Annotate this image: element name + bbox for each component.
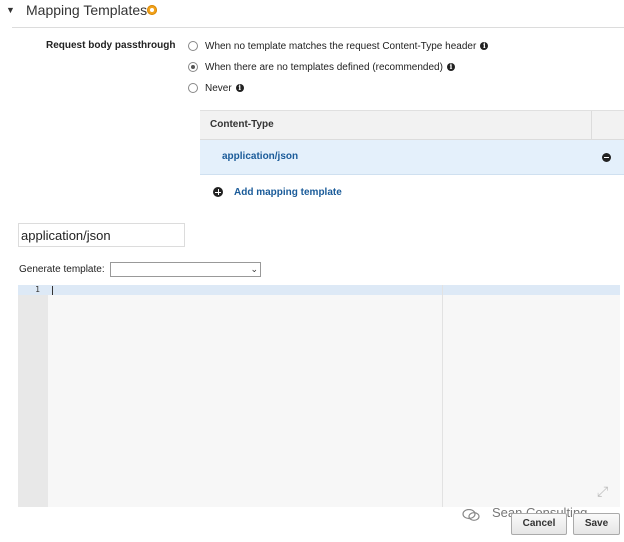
content-type-input[interactable] [18,223,185,247]
passthrough-option-no-templates[interactable]: When there are no templates defined (rec… [188,60,455,74]
add-mapping-template-button[interactable]: Add mapping template [213,185,342,199]
option-label: When there are no templates defined (rec… [205,61,443,73]
table-row[interactable]: application/json [200,140,624,175]
option-label: When no template matches the request Con… [205,40,477,52]
radio-button[interactable] [188,83,198,93]
column-header-content-type: Content-Type [210,119,274,130]
mapping-templates-header[interactable]: ▼ Mapping Templates [0,0,624,28]
save-button[interactable]: Save [573,513,620,535]
generate-template-select[interactable]: ⌄ [110,262,261,277]
passthrough-option-no-match[interactable]: When no template matches the request Con… [188,39,489,53]
chevron-down-icon: ⌄ [250,264,258,274]
generate-template-label: Generate template: [19,264,105,275]
radio-button-checked[interactable] [188,62,198,72]
info-icon[interactable]: i [446,63,455,71]
content-type-table: Content-Type application/json [200,110,624,175]
section-divider [12,27,624,28]
active-line-highlight [18,285,620,295]
plus-circle-icon [213,187,223,197]
text-cursor [52,286,53,295]
cancel-button[interactable]: Cancel [511,513,567,535]
option-label: Never [205,82,232,94]
info-icon[interactable]: i [235,84,244,92]
passthrough-label: Request body passthrough [46,40,176,51]
remove-icon[interactable] [602,153,611,162]
expand-icon[interactable]: ⤢ [597,483,608,500]
add-mapping-template-label: Add mapping template [234,186,342,198]
template-editor[interactable]: 1 ⤢ [18,285,620,507]
info-icon[interactable]: i [480,42,489,50]
passthrough-option-never[interactable]: Never i [188,81,244,95]
column-divider [591,111,592,139]
radio-button[interactable] [188,41,198,51]
warning-dot-icon [147,5,157,15]
caret-down-icon[interactable]: ▼ [6,5,15,15]
content-type-link[interactable]: application/json [222,151,298,162]
wechat-icon [462,509,480,521]
editor-gutter [18,285,48,507]
print-margin [442,285,443,507]
table-header: Content-Type [200,111,624,140]
line-number: 1 [35,285,40,294]
section-title: Mapping Templates [26,2,148,18]
